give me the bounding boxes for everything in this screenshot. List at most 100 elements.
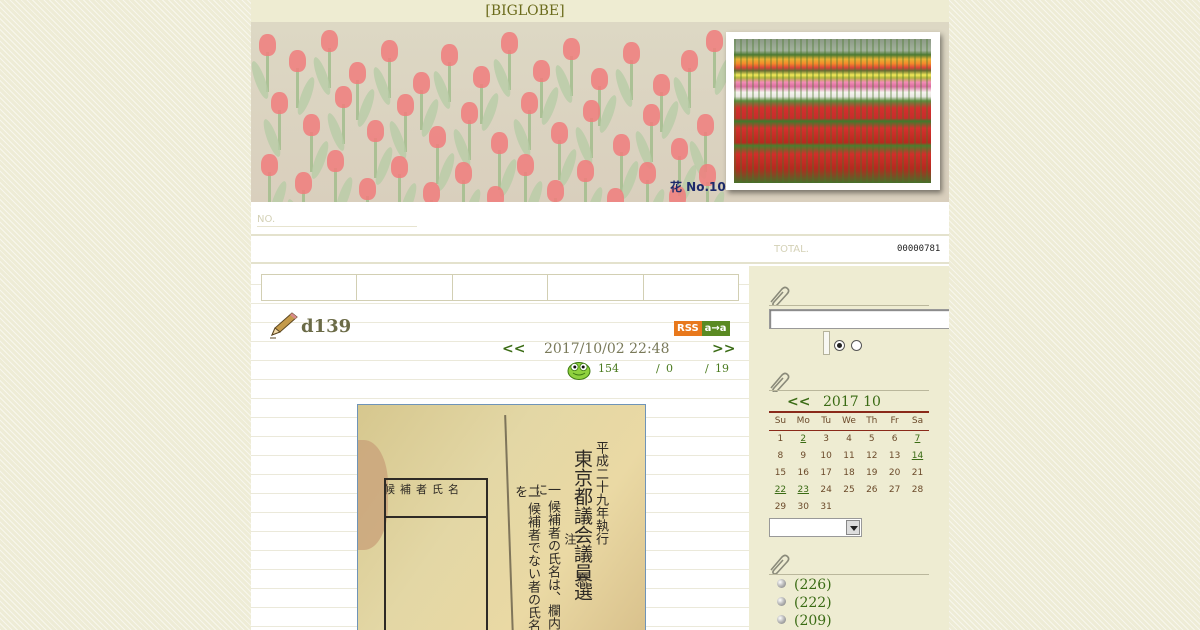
category-item[interactable]: (222) [777,595,832,611]
calendar-day: 19 [866,468,878,478]
tulip-stem [268,172,271,202]
category-count: (222) [794,595,832,611]
header-banner: 花 No.10 [251,22,949,202]
calendar-day[interactable]: 22 [769,482,792,499]
tulip-flower [547,180,564,202]
view-count: 154 [598,362,619,375]
rss-button[interactable]: RSS a→a [674,321,730,336]
calendar-day: 20 [888,468,901,478]
site-title[interactable]: [BIGLOBE] [485,3,564,19]
entry-date: 2017/10/02 22:48 [544,341,670,357]
tulip-flower [697,114,714,136]
tulip-flower [577,160,594,182]
search-button[interactable] [823,331,830,355]
access-counter: 00000781 [897,244,941,254]
calendar-day[interactable]: 14 [906,448,929,465]
chevron-down-icon[interactable] [846,520,860,535]
calendar-days: 1 2 3 4 5 6 7 8 9 10 11 12 13 14 15 16 17 18 19 20 21 22 23 24 2… [769,431,929,516]
menu-tab-2[interactable] [357,275,453,300]
tulip-flower [441,44,458,66]
search-input[interactable] [769,309,949,329]
category-count: (226) [794,577,832,593]
calendar-day: 1 [777,434,784,444]
menu-tabs [261,274,739,301]
next-entry-link[interactable]: >> [712,341,735,357]
calendar-weekday: Sa [911,416,924,426]
tulip-flower [261,154,278,176]
category-item[interactable]: (209) [777,613,832,629]
calendar-day: 5 [868,434,875,444]
calendar-day: 17 [820,468,832,478]
tulip-flower [429,126,446,148]
banner-photo-frame [726,32,940,190]
header-info-no: NO. [251,202,949,236]
tulip-flower [397,94,414,116]
rss-label: RSS [674,321,702,336]
candidate-name-label: 候補者氏名 [384,483,464,496]
tulip-stem [334,168,337,202]
calendar-weekday: Fr [890,416,899,426]
menu-tab-3[interactable] [453,275,549,300]
calendar-day: 21 [911,468,924,478]
bullet-icon [777,597,786,606]
tulip-flower [551,122,568,144]
tulip-flower [671,138,688,160]
calendar-weekday: Th [866,416,878,426]
calendar-day: 31 [820,502,832,512]
tulip-flower [681,50,698,72]
tulip-flower [521,92,538,114]
tulip-flower [613,134,630,156]
tulip-flower [653,74,670,96]
pencil-icon [270,312,298,339]
no-label: NO. [257,214,417,227]
calendar-day: 10 [820,451,832,461]
tulip-flower [367,120,384,142]
count-separator-2: / [705,362,709,375]
calendar-day: 9 [800,451,807,461]
tulip-flower [563,38,580,60]
comment-count[interactable]: 0 [666,362,673,375]
calendar-prev-link[interactable]: << [787,394,810,410]
tulip-flower [349,62,366,84]
paperclip-icon [770,286,790,306]
tulip-flower [321,30,338,52]
paperclip-icon [770,554,790,574]
tulip-flower [359,178,376,200]
calendar-day: 16 [797,468,809,478]
search-scope-radio-1[interactable] [834,340,845,351]
calendar-weekday: Tu [821,416,832,426]
tulip-flower [643,104,660,126]
calendar-day[interactable]: 23 [792,482,815,499]
search-scope-radio-2[interactable] [851,340,862,351]
calendar-day[interactable]: 2 [792,431,815,448]
page-container: [BIGLOBE] 花 No.10 NO. TOTAL. 00000781 d1… [251,0,949,630]
tulip-flower [501,32,518,54]
entry-photo[interactable]: 平成二十九年執行 東京都議会議員選 注 意 一 候補者の氏名は、欄内に 二 候補… [357,404,646,630]
calendar-weekday: We [841,416,856,426]
calendar-weekdays: Su Mo Tu We Th Fr Sa [769,411,929,431]
bullet-icon [777,579,786,588]
menu-tab-1[interactable] [262,275,358,300]
menu-tab-4[interactable] [548,275,644,300]
photo-text-item2: 二 候補者でない者の氏名を [512,485,540,630]
candidate-name-header: 候補者氏名 [384,480,486,518]
calendar-day: 3 [823,434,829,444]
calendar-day: 27 [888,485,901,495]
calendar-day: 30 [797,502,809,512]
calendar-day: 6 [891,434,898,444]
archive-select[interactable] [769,518,862,537]
trackback-count[interactable]: 19 [715,362,729,375]
prev-entry-link[interactable]: << [502,341,525,357]
tulip-flower [327,150,344,172]
calendar-day: 12 [866,451,878,461]
menu-tab-5[interactable] [644,275,738,300]
top-bar: [BIGLOBE] [251,0,949,22]
category-item[interactable]: (226) [777,577,832,593]
calendar-day[interactable]: 7 [906,431,929,448]
calendar-day: 11 [843,451,855,461]
tulip-flower [533,60,550,82]
tulip-flower [591,68,608,90]
calendar-day: 29 [774,502,787,512]
tulip-flower [639,162,656,184]
calendar: Su Mo Tu We Th Fr Sa 1 2 3 4 5 6 7 8 9 10 11 12 13 14 15 16 17… [769,411,929,516]
